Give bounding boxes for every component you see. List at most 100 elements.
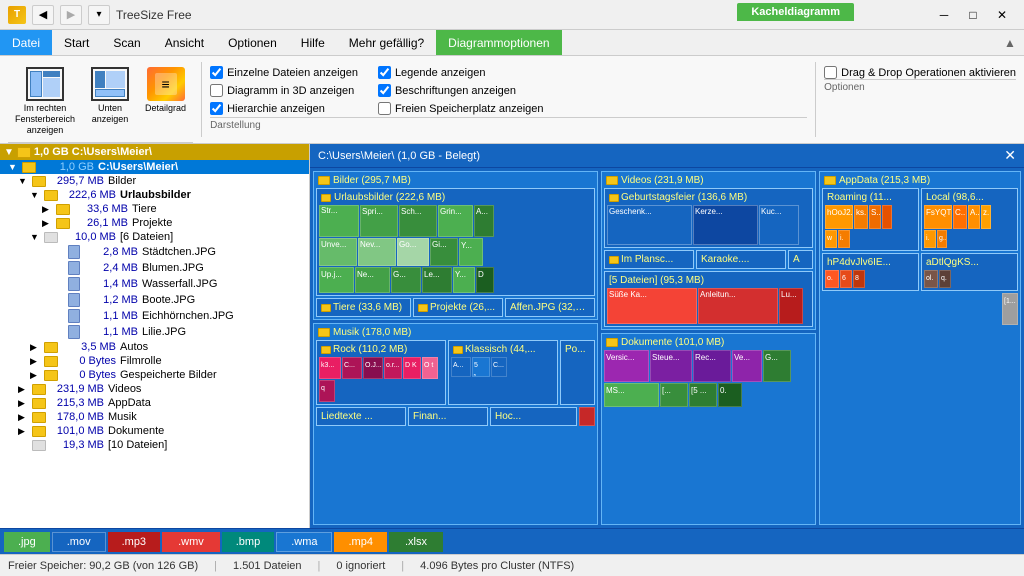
chart-close-btn[interactable]: ✕ xyxy=(1004,147,1016,164)
hp4-8[interactable]: 8 xyxy=(853,270,865,288)
nav-back[interactable]: ◀ xyxy=(32,5,54,25)
tile-le[interactable]: Le... xyxy=(422,267,452,293)
tree-item[interactable]: ▶ 0 Bytes Gespeicherte Bilder xyxy=(0,368,309,382)
dok-tile-1[interactable]: Versic... xyxy=(604,350,649,382)
tile-g2[interactable]: G... xyxy=(391,267,421,293)
local-tile-3[interactable]: A... xyxy=(968,205,980,229)
menu-scan[interactable]: Scan xyxy=(101,30,152,55)
karaoke-group[interactable]: Karaoke.... xyxy=(696,250,786,269)
tree-item[interactable]: ▶ 231,9 MB Videos xyxy=(0,382,309,396)
legend-xlsx[interactable]: .xlsx xyxy=(389,532,443,552)
rock-tile-6[interactable]: O t xyxy=(422,357,438,379)
finanzen-group[interactable]: Finan... xyxy=(408,407,488,426)
geb-tile-3[interactable]: Kuc... xyxy=(759,205,799,245)
legend-mov[interactable]: .mov xyxy=(52,532,106,552)
klass-tile-1[interactable]: A... xyxy=(451,357,471,377)
menu-optionen[interactable]: Optionen xyxy=(216,30,289,55)
close-btn[interactable]: ✕ xyxy=(988,4,1016,26)
tile-d[interactable]: D xyxy=(476,267,494,293)
adtl-ol[interactable]: ol. xyxy=(924,270,938,288)
legend-wmv[interactable]: .wmv xyxy=(162,532,220,552)
rock-tile-7[interactable]: q xyxy=(319,380,335,402)
tile-y1[interactable]: Y... xyxy=(459,238,483,266)
menu-hilfe[interactable]: Hilfe xyxy=(289,30,337,55)
menu-start[interactable]: Start xyxy=(52,30,101,55)
tile-a[interactable]: A... xyxy=(474,205,494,237)
dok-tile-4[interactable]: Ve... xyxy=(732,350,762,382)
legend-bmp[interactable]: .bmp xyxy=(222,532,274,552)
adtl-q[interactable]: q. xyxy=(939,270,951,288)
minimize-btn[interactable]: ─ xyxy=(930,4,958,26)
tile-upj[interactable]: Up.j... xyxy=(319,267,354,293)
menu-diagramm[interactable]: Diagrammoptionen xyxy=(436,30,561,55)
tree-item[interactable]: ▶ 3,5 MB Autos xyxy=(0,340,309,354)
tile-stra[interactable]: Str... xyxy=(319,205,359,237)
a-group[interactable]: A xyxy=(788,250,813,269)
dokumente-group[interactable]: Dokumente (101,0 MB) Versic... Steue... … xyxy=(601,333,816,525)
bilder-group[interactable]: Bilder (295,7 MB) Urlaubsbilder (222,6 M… xyxy=(313,171,598,320)
po-group[interactable]: Po... xyxy=(560,340,595,405)
video-files[interactable]: [5 Dateien] (95,3 MB) Süße Ka... Anleitu… xyxy=(604,271,813,327)
tile-sch[interactable]: Sch... xyxy=(399,205,437,237)
tree-item[interactable]: ▶ 33,6 MB Tiere xyxy=(0,202,309,216)
geb-tile-1[interactable]: Geschenk... xyxy=(607,205,692,245)
tile-go[interactable]: Go... xyxy=(397,238,429,266)
cb-einzelne-dateien[interactable]: Einzelne Dateien anzeigen xyxy=(210,66,358,79)
tile-unve[interactable]: Unve... xyxy=(319,238,357,266)
geburtstag-group[interactable]: Geburtstagsfeier (136,6 MB) Geschenk... … xyxy=(604,188,813,248)
tile-grin[interactable]: Grin... xyxy=(438,205,473,237)
cb-legende[interactable]: Legende anzeigen xyxy=(378,66,544,79)
cb-hierarchie[interactable]: Hierarchie anzeigen xyxy=(210,102,358,115)
klassisch-group[interactable]: Klassisch (44,... A... 5 1... C xyxy=(448,340,558,405)
roam-i[interactable]: i. xyxy=(838,230,850,248)
cb-3d-diagramm[interactable]: Diagramm in 3D anzeigen xyxy=(210,84,358,97)
roam-w[interactable]: w xyxy=(825,230,837,248)
musik-extra[interactable] xyxy=(579,407,595,426)
tile-y2[interactable]: Y... xyxy=(453,267,475,293)
tree-item[interactable]: 2,4 MB Blumen.JPG xyxy=(0,260,309,276)
rock-tile-1[interactable]: k3... xyxy=(319,357,341,379)
menu-ansicht[interactable]: Ansicht xyxy=(153,30,216,55)
roam-tile-1[interactable]: hOoJ2... xyxy=(825,205,853,229)
dok-0[interactable]: 0. xyxy=(718,383,742,407)
position-bottom-btn[interactable]: Untenanzeigen xyxy=(84,62,136,140)
cb-freier-speicher[interactable]: Freien Speicherplatz anzeigen xyxy=(378,102,544,115)
legend-mp4[interactable]: .mp4 xyxy=(334,532,386,552)
roam-tile-2[interactable]: ks... xyxy=(854,205,868,229)
tile-gi[interactable]: Gi... xyxy=(430,238,458,266)
roam-tile-3[interactable]: S... xyxy=(869,205,881,229)
tree-item[interactable]: ▼ 10,0 MB [6 Dateien] xyxy=(0,230,309,244)
dok-tile-3[interactable]: Rec... xyxy=(693,350,731,382)
hp4-group[interactable]: hP4dvJlv6IE... o. 6 8 xyxy=(822,253,919,291)
urlaubsbilder-group[interactable]: Urlaubsbilder (222,6 MB) Str... Spri... xyxy=(316,188,595,296)
maximize-btn[interactable]: □ xyxy=(959,4,987,26)
rock-tile-2[interactable]: C... xyxy=(342,357,362,379)
nav-down[interactable]: ▾ xyxy=(88,5,110,25)
appdata-group[interactable]: AppData (215,3 MB) Roaming (11... hOoJ2.… xyxy=(819,171,1021,525)
tile-ne[interactable]: Ne... xyxy=(355,267,390,293)
tree-item[interactable]: 19,3 MB [10 Dateien] xyxy=(0,438,309,452)
rock-group[interactable]: Rock (110,2 MB) k3... C... O.J. xyxy=(316,340,446,405)
nav-forward[interactable]: ▶ xyxy=(60,5,82,25)
tile-nev[interactable]: Nev... xyxy=(358,238,396,266)
dok-ms[interactable]: MS... xyxy=(604,383,659,407)
local-tile-4[interactable]: z... xyxy=(981,205,991,229)
tree-item[interactable]: 1,1 MB Lilie.JPG xyxy=(0,324,309,340)
tiere-group[interactable]: Tiere (33,6 MB) xyxy=(316,298,411,317)
legend-wma[interactable]: .wma xyxy=(276,532,332,552)
tree-header[interactable]: ▼ 1,0 GB C:\Users\Meier\ xyxy=(0,144,309,160)
rock-tile-4[interactable]: o.r... xyxy=(384,357,402,379)
rock-tile-5[interactable]: D K xyxy=(403,357,421,379)
cb-dragdrop[interactable]: Drag & Drop Operationen aktivieren xyxy=(824,66,1016,79)
klass-tile-3[interactable]: C... xyxy=(491,357,507,377)
local-tile-2[interactable]: C... xyxy=(953,205,967,229)
liedtexte-group[interactable]: Liedtexte ... xyxy=(316,407,406,426)
hp4-6[interactable]: 6 xyxy=(840,270,852,288)
dok-5[interactable]: [5 ... xyxy=(689,383,717,407)
kachel-tab[interactable]: Kacheldiagramm xyxy=(737,3,854,21)
roam-tile-4[interactable] xyxy=(882,205,892,229)
menu-mehr[interactable]: Mehr gefällig? xyxy=(337,30,436,55)
legend-mp3[interactable]: .mp3 xyxy=(108,532,160,552)
roaming-group[interactable]: Roaming (11... hOoJ2... ks... S... xyxy=(822,188,919,251)
affen-group[interactable]: Affen.JPG (32,6 ... xyxy=(505,298,595,317)
